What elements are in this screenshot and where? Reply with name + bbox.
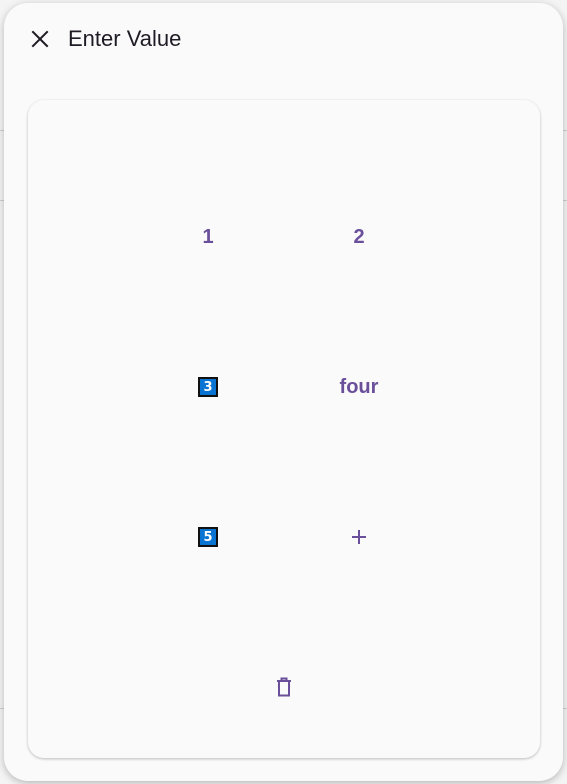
key-5-badge: 5 xyxy=(198,527,218,547)
key-5[interactable]: 5 xyxy=(133,462,283,612)
key-2[interactable]: 2 xyxy=(284,162,434,312)
close-icon xyxy=(31,30,49,48)
key-1-label: 1 xyxy=(202,225,214,248)
key-four[interactable]: four xyxy=(284,312,434,462)
dialog-header: Enter Value xyxy=(4,3,563,77)
delete-button[interactable] xyxy=(209,612,359,762)
key-3[interactable]: 3 xyxy=(133,312,283,462)
key-1[interactable]: 1 xyxy=(133,162,283,312)
dialog-title: Enter Value xyxy=(68,26,182,51)
trash-icon xyxy=(277,677,291,697)
add-button[interactable] xyxy=(284,462,434,612)
close-button[interactable] xyxy=(24,23,56,55)
key-3-badge: 3 xyxy=(198,377,218,397)
enter-value-dialog: Enter Value 1 2 3 four 5 xyxy=(4,3,563,781)
plus-icon xyxy=(352,530,366,544)
key-2-label: 2 xyxy=(353,225,365,248)
keypad-card: 1 2 3 four 5 xyxy=(28,100,540,758)
key-four-label: four xyxy=(339,375,379,398)
